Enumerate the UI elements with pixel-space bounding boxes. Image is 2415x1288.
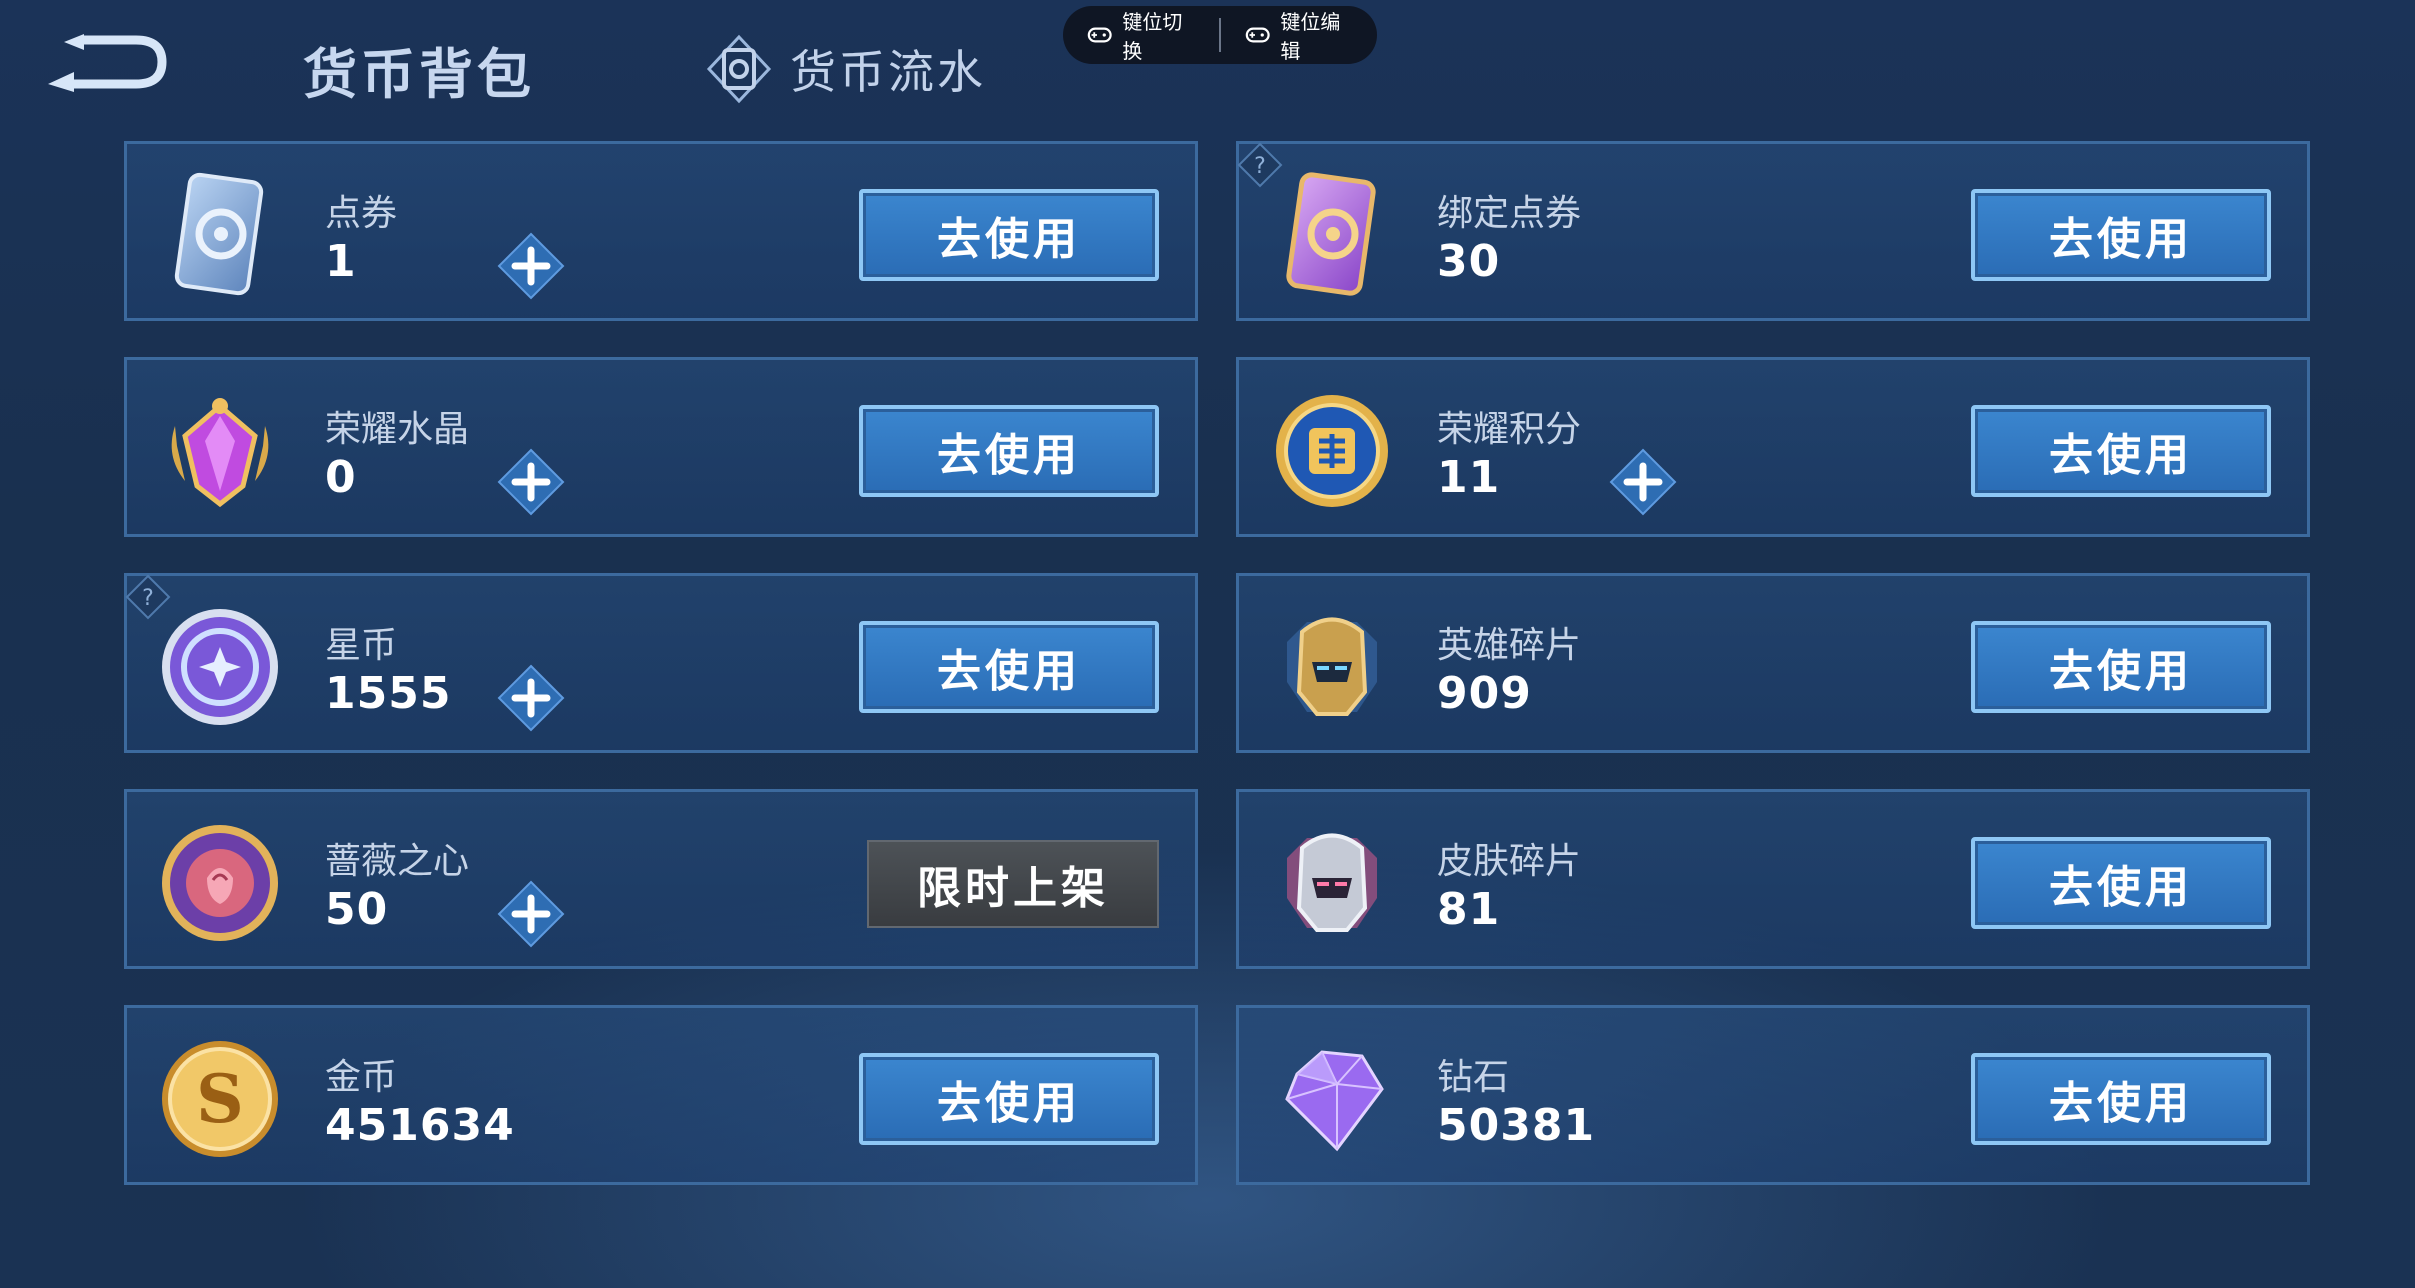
currency-value: 50381 bbox=[1437, 1100, 1596, 1151]
use-button[interactable]: 去使用 bbox=[859, 189, 1159, 281]
star-coin-icon bbox=[155, 602, 285, 732]
plus-icon bbox=[497, 232, 565, 300]
use-button[interactable]: 去使用 bbox=[1971, 1053, 2271, 1145]
back-arrow-icon bbox=[48, 34, 167, 92]
add-dianquan-button[interactable] bbox=[497, 232, 565, 300]
currency-value: 11 bbox=[1437, 452, 1501, 503]
keymap-edit-label: 键位编辑 bbox=[1280, 10, 1341, 63]
currency-name: 皮肤碎片 bbox=[1437, 841, 1582, 882]
currency-value: 0 bbox=[325, 452, 357, 503]
plus-icon bbox=[497, 664, 565, 732]
hero-shard-icon bbox=[1267, 602, 1397, 732]
currency-flow-icon bbox=[706, 34, 772, 104]
back-button[interactable] bbox=[44, 30, 169, 94]
keymap-switch-button[interactable]: 键位切换 bbox=[1063, 6, 1219, 64]
currency-card-dianquan: 点券 1 去使用 bbox=[124, 141, 1198, 321]
keymap-toolbar: 键位切换 键位编辑 bbox=[1063, 6, 1377, 64]
plus-icon bbox=[1609, 448, 1677, 516]
keymap-switch-label: 键位切换 bbox=[1122, 10, 1183, 63]
currency-name: 荣耀积分 bbox=[1437, 409, 1582, 450]
currency-value: 30 bbox=[1437, 236, 1501, 287]
currency-value: 1555 bbox=[325, 668, 452, 719]
tab-currency-flow[interactable]: 货币流水 bbox=[706, 34, 986, 104]
currency-name: 金币 bbox=[325, 1057, 398, 1098]
currency-card-skin-shard: 皮肤碎片 81 去使用 bbox=[1236, 789, 2310, 969]
keymap-edit-button[interactable]: 键位编辑 bbox=[1221, 6, 1377, 64]
currency-name: 钻石 bbox=[1437, 1057, 1510, 1098]
plus-icon bbox=[497, 448, 565, 516]
add-glory-crystal-button[interactable] bbox=[497, 448, 565, 516]
currency-name: 点券 bbox=[325, 193, 398, 234]
rose-heart-icon bbox=[155, 818, 285, 948]
currency-name: 英雄碎片 bbox=[1437, 625, 1582, 666]
svg-text:?: ? bbox=[1254, 154, 1266, 179]
use-button[interactable]: 去使用 bbox=[1971, 189, 2271, 281]
currency-value: 451634 bbox=[325, 1100, 515, 1151]
gamepad-icon bbox=[1245, 27, 1270, 43]
add-glory-points-button[interactable] bbox=[1609, 448, 1677, 516]
use-button[interactable]: 去使用 bbox=[859, 405, 1159, 497]
use-button[interactable]: 去使用 bbox=[1971, 837, 2271, 929]
gamepad-icon bbox=[1087, 27, 1112, 43]
currency-card-rose-heart: 蔷薇之心 50 限时上架 bbox=[124, 789, 1198, 969]
diamond-icon bbox=[1267, 1034, 1397, 1164]
glory-points-icon bbox=[1267, 386, 1397, 516]
currency-card-glory-crystal: 荣耀水晶 0 去使用 bbox=[124, 357, 1198, 537]
currency-value: 81 bbox=[1437, 884, 1501, 935]
tab-currency-flow-label: 货币流水 bbox=[790, 45, 986, 99]
limited-time-button[interactable]: 限时上架 bbox=[867, 840, 1159, 928]
currency-card-hero-shard: 英雄碎片 909 去使用 bbox=[1236, 573, 2310, 753]
bound-coupon-icon bbox=[1267, 170, 1397, 300]
use-button[interactable]: 去使用 bbox=[859, 1053, 1159, 1145]
currency-name: 蔷薇之心 bbox=[325, 841, 470, 882]
glory-crystal-icon bbox=[155, 386, 285, 516]
currency-card-diamond: 钻石 50381 去使用 bbox=[1236, 1005, 2310, 1185]
currency-name: 荣耀水晶 bbox=[325, 409, 470, 450]
add-star-coin-button[interactable] bbox=[497, 664, 565, 732]
currency-value: 909 bbox=[1437, 668, 1532, 719]
page-title: 货币背包 bbox=[303, 43, 535, 106]
currency-card-star-coin: ? 星币 1555 去使用 bbox=[124, 573, 1198, 753]
plus-icon bbox=[497, 880, 565, 948]
currency-card-gold-coin: S 金币 451634 去使用 bbox=[124, 1005, 1198, 1185]
currency-card-bound-dianquan: ? 绑定点券 30 去使用 bbox=[1236, 141, 2310, 321]
use-button[interactable]: 去使用 bbox=[1971, 621, 2271, 713]
skin-shard-icon bbox=[1267, 818, 1397, 948]
currency-value: 50 bbox=[325, 884, 389, 935]
currency-name: 星币 bbox=[325, 625, 398, 666]
currency-card-glory-points: 荣耀积分 11 去使用 bbox=[1236, 357, 2310, 537]
svg-text:S: S bbox=[196, 1060, 244, 1138]
use-button[interactable]: 去使用 bbox=[859, 621, 1159, 713]
gold-coin-icon: S bbox=[155, 1034, 285, 1164]
svg-text:?: ? bbox=[142, 586, 154, 611]
use-button[interactable]: 去使用 bbox=[1971, 405, 2271, 497]
add-rose-heart-button[interactable] bbox=[497, 880, 565, 948]
currency-name: 绑定点券 bbox=[1437, 193, 1582, 234]
coupon-icon bbox=[155, 170, 285, 300]
currency-value: 1 bbox=[325, 236, 357, 287]
